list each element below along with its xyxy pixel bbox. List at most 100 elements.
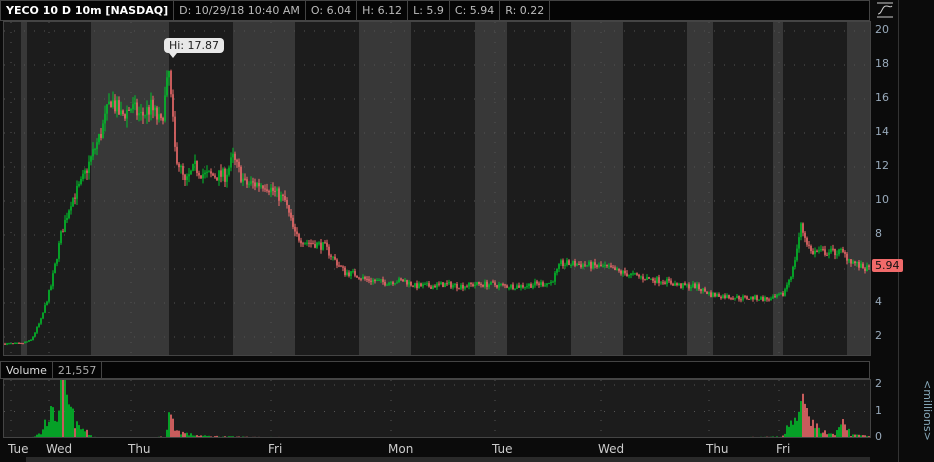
candle: [50, 286, 52, 291]
volume-bar: [650, 437, 652, 438]
volume-bar: [160, 436, 162, 437]
volume-bar: [790, 420, 792, 437]
volume-bar: [250, 437, 252, 438]
candle: [624, 270, 626, 274]
volume-bar: [94, 436, 96, 437]
extended-hours-band: [233, 22, 295, 355]
volume-bar: [802, 393, 804, 437]
volume-bar: [192, 435, 194, 437]
candle: [220, 170, 222, 177]
volume-tick-label: 2: [875, 377, 882, 390]
volume-bar: [826, 434, 828, 437]
candle: [808, 244, 810, 246]
candle: [822, 249, 824, 251]
volume-bar: [674, 437, 676, 438]
volume-bar: [640, 437, 642, 438]
candle: [732, 298, 734, 300]
volume-bar: [62, 380, 64, 437]
candle: [690, 287, 692, 289]
price-chart[interactable]: [3, 21, 871, 356]
studies-settings-icon[interactable]: [876, 2, 894, 18]
volume-bar: [580, 437, 582, 438]
candle: [528, 283, 530, 287]
extended-hours-band: [21, 22, 27, 355]
candle: [364, 277, 366, 279]
volume-bar: [514, 437, 516, 438]
candle: [576, 264, 578, 266]
volume-bar: [550, 437, 552, 438]
candle: [128, 109, 130, 111]
volume-label[interactable]: Volume: [1, 362, 53, 378]
candle: [604, 265, 606, 267]
volume-bar: [800, 401, 802, 437]
price-tick-label: 14: [875, 125, 889, 138]
volume-bar: [846, 430, 848, 437]
candle: [688, 284, 690, 289]
volume-bar: [744, 437, 746, 438]
volume-bar: [334, 437, 336, 438]
candle: [184, 174, 186, 181]
time-axis[interactable]: Tue Wed Thu Fri Mon Tue Wed Thu Fri: [0, 440, 870, 458]
candle: [588, 261, 590, 266]
volume-bar: [594, 437, 596, 438]
candle: [244, 178, 246, 180]
candle: [464, 286, 466, 289]
volume-bar: [770, 436, 772, 437]
time-tick-label: Tue: [492, 442, 513, 456]
candle: [64, 219, 66, 233]
volume-bar: [392, 437, 394, 438]
candle: [362, 277, 364, 279]
range-readout: R: 0.22: [500, 1, 551, 20]
volume-bar: [212, 436, 214, 437]
volume-bar: [566, 437, 568, 438]
volume-bar: [556, 437, 558, 438]
volume-bar: [538, 437, 540, 438]
candle: [408, 281, 410, 285]
candle: [510, 284, 512, 288]
candle: [344, 267, 346, 275]
candle: [208, 171, 210, 173]
candle: [328, 246, 330, 256]
price-tick-label: 12: [875, 159, 889, 172]
volume-axis[interactable]: 2 1 0: [871, 377, 899, 443]
volume-bar: [268, 437, 270, 438]
price-axis[interactable]: 2018161412108642: [871, 21, 899, 356]
volume-bar: [70, 406, 72, 437]
candle: [744, 296, 746, 298]
candle: [52, 273, 54, 287]
candle: [558, 264, 560, 269]
chart-scrollbar[interactable]: [26, 457, 870, 462]
candle: [716, 294, 718, 297]
volume-chart[interactable]: [3, 379, 871, 438]
volume-bar: [282, 437, 284, 438]
candle: [498, 284, 500, 288]
volume-bar: [274, 437, 276, 438]
volume-bar: [422, 437, 424, 438]
volume-bar: [232, 436, 234, 437]
candle: [714, 293, 716, 297]
candle: [834, 248, 836, 256]
volume-bar: [66, 394, 68, 437]
volume-bar: [656, 437, 658, 438]
volume-bar: [624, 437, 626, 438]
volume-bar: [794, 417, 796, 437]
candle: [542, 282, 544, 286]
volume-bar: [662, 437, 664, 438]
candle: [154, 107, 156, 111]
volume-bar: [796, 420, 798, 437]
candle: [522, 285, 524, 288]
candle: [628, 275, 630, 277]
symbol-label[interactable]: YECO 10 D 10m [NASDAQ]: [1, 1, 175, 20]
volume-bar: [236, 436, 238, 437]
volume-bar: [140, 437, 142, 438]
volume-bar: [642, 437, 644, 438]
volume-bar: [404, 437, 406, 438]
volume-bar: [772, 436, 774, 437]
candle: [596, 265, 598, 267]
candle: [810, 245, 812, 252]
candle: [98, 134, 100, 143]
candle: [474, 284, 476, 287]
volume-bar: [848, 428, 850, 437]
volume-bar: [670, 437, 672, 438]
volume-bar: [264, 437, 266, 438]
